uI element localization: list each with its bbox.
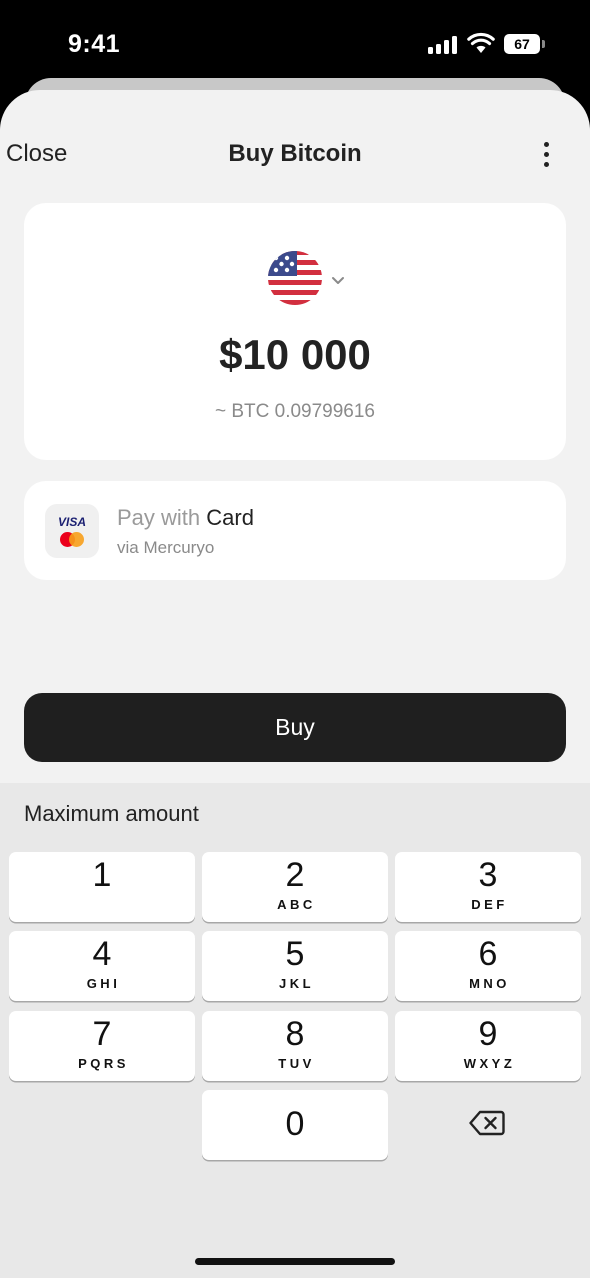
key-6[interactable]: 6 MNO xyxy=(395,931,581,1001)
key-digit: 9 xyxy=(478,1015,498,1053)
wifi-icon xyxy=(467,32,495,53)
payment-method-name: Card xyxy=(206,505,254,530)
key-digit: 1 xyxy=(92,856,112,894)
page-title: Buy Bitcoin xyxy=(228,140,362,167)
key-letters: WXYZ xyxy=(463,1056,516,1071)
pay-with-prefix: Pay with xyxy=(117,505,207,530)
key-0[interactable]: 0 xyxy=(202,1090,388,1160)
signal-icon xyxy=(428,34,460,54)
maximum-amount-hint[interactable]: Maximum amount xyxy=(24,801,199,827)
chevron-down-icon[interactable] xyxy=(331,275,345,285)
fiat-amount: $10 000 xyxy=(219,331,371,378)
us-flag-icon[interactable] xyxy=(267,250,323,306)
buy-button[interactable]: Buy xyxy=(24,693,566,762)
key-1[interactable]: 1 xyxy=(9,852,195,922)
key-digit: 3 xyxy=(478,856,498,894)
payment-method-label: Pay with Card xyxy=(117,505,254,531)
key-9[interactable]: 9 WXYZ xyxy=(395,1011,581,1081)
key-digit: 7 xyxy=(92,1015,112,1053)
key-letters: MNO xyxy=(469,976,510,991)
key-digit: 8 xyxy=(285,1015,305,1053)
key-digit: 2 xyxy=(285,856,305,894)
key-4[interactable]: 4 GHI xyxy=(9,931,195,1001)
battery-tip xyxy=(542,40,545,48)
key-letters: TUV xyxy=(278,1056,315,1071)
card-brands-icon: VISA xyxy=(45,504,99,558)
key-letters: ABC xyxy=(277,897,316,912)
key-5[interactable]: 5 JKL xyxy=(202,931,388,1001)
numeric-keypad: Maximum amount 1 2 ABC 3 DEF 4 GHI 5 JKL… xyxy=(0,783,590,1278)
key-digit: 6 xyxy=(478,935,498,973)
amount-card: $10 000 ~ BTC 0.09799616 xyxy=(24,203,566,460)
key-digit: 4 xyxy=(92,935,112,973)
more-options-icon[interactable] xyxy=(538,142,556,168)
key-3[interactable]: 3 DEF xyxy=(395,852,581,922)
key-digit: 5 xyxy=(285,935,305,973)
buy-sheet: Buy Bitcoin Close $10 000 ~ BTC 0.097996… xyxy=(0,90,590,1278)
key-letters: JKL xyxy=(278,976,315,991)
payment-provider: via Mercuryo xyxy=(117,538,215,557)
backspace-icon[interactable] xyxy=(469,1110,505,1136)
status-bar: 9:41 67 xyxy=(0,0,590,90)
visa-logo: VISA xyxy=(57,515,86,529)
home-indicator xyxy=(195,1258,395,1265)
close-button[interactable]: Close xyxy=(6,140,67,168)
key-letters: DEF xyxy=(471,897,508,912)
battery-indicator: 67 xyxy=(504,34,540,54)
key-2[interactable]: 2 ABC xyxy=(202,852,388,922)
key-digit: 0 xyxy=(285,1105,305,1143)
key-letters: PQRS xyxy=(78,1056,129,1071)
key-7[interactable]: 7 PQRS xyxy=(9,1011,195,1081)
payment-method-row[interactable]: VISA Pay with Card via Mercuryo xyxy=(24,481,566,580)
btc-estimate: ~ BTC 0.09799616 xyxy=(214,401,376,422)
key-letters: GHI xyxy=(86,976,121,991)
status-time: 9:41 xyxy=(68,30,121,58)
mastercard-orange-circle xyxy=(69,532,84,547)
key-8[interactable]: 8 TUV xyxy=(202,1011,388,1081)
